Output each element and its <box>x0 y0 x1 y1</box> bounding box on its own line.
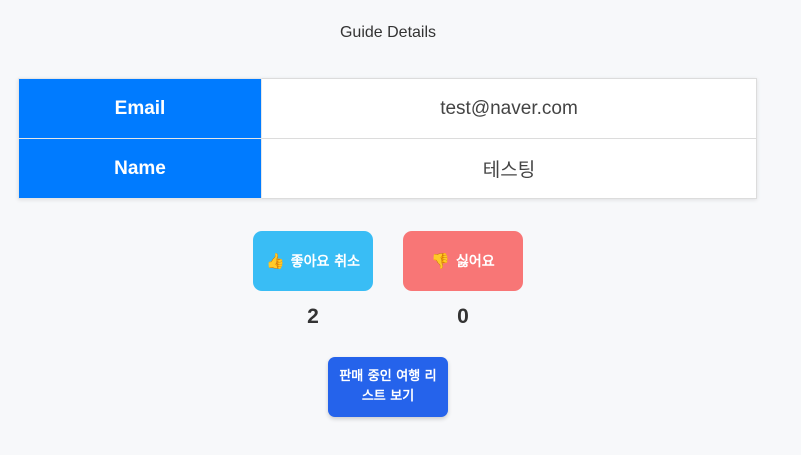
table-row-name: Name 테스팅 <box>18 138 757 199</box>
thumbs-down-icon: 👎 <box>431 251 451 270</box>
dislike-button-label: 싫어요 <box>456 254 495 270</box>
dislike-button[interactable]: 👎 싫어요 <box>403 231 523 291</box>
guide-info-table: Email test@naver.com Name 테스팅 <box>18 78 757 199</box>
dislike-count: 0 <box>457 305 469 328</box>
page-title: Guide Details <box>339 24 437 41</box>
like-button-label: 좋아요 취소 <box>290 254 360 270</box>
dislike-group: 👎 싫어요 0 <box>403 231 523 329</box>
unlike-button[interactable]: 👍 좋아요 취소 <box>253 231 373 291</box>
name-value: 테스팅 <box>261 138 757 199</box>
view-trip-list-button[interactable]: 판매 중인 여행 리스트 보기 <box>328 357 448 417</box>
email-label: Email <box>18 78 262 139</box>
table-row-email: Email test@naver.com <box>18 78 757 139</box>
like-count: 2 <box>307 305 319 328</box>
like-group: 👍 좋아요 취소 2 <box>253 231 373 329</box>
name-label: Name <box>18 138 262 199</box>
email-value: test@naver.com <box>261 78 757 139</box>
guide-details-page: Guide Details Email test@naver.com Name … <box>0 0 801 455</box>
thumbs-up-icon: 👍 <box>266 251 285 270</box>
